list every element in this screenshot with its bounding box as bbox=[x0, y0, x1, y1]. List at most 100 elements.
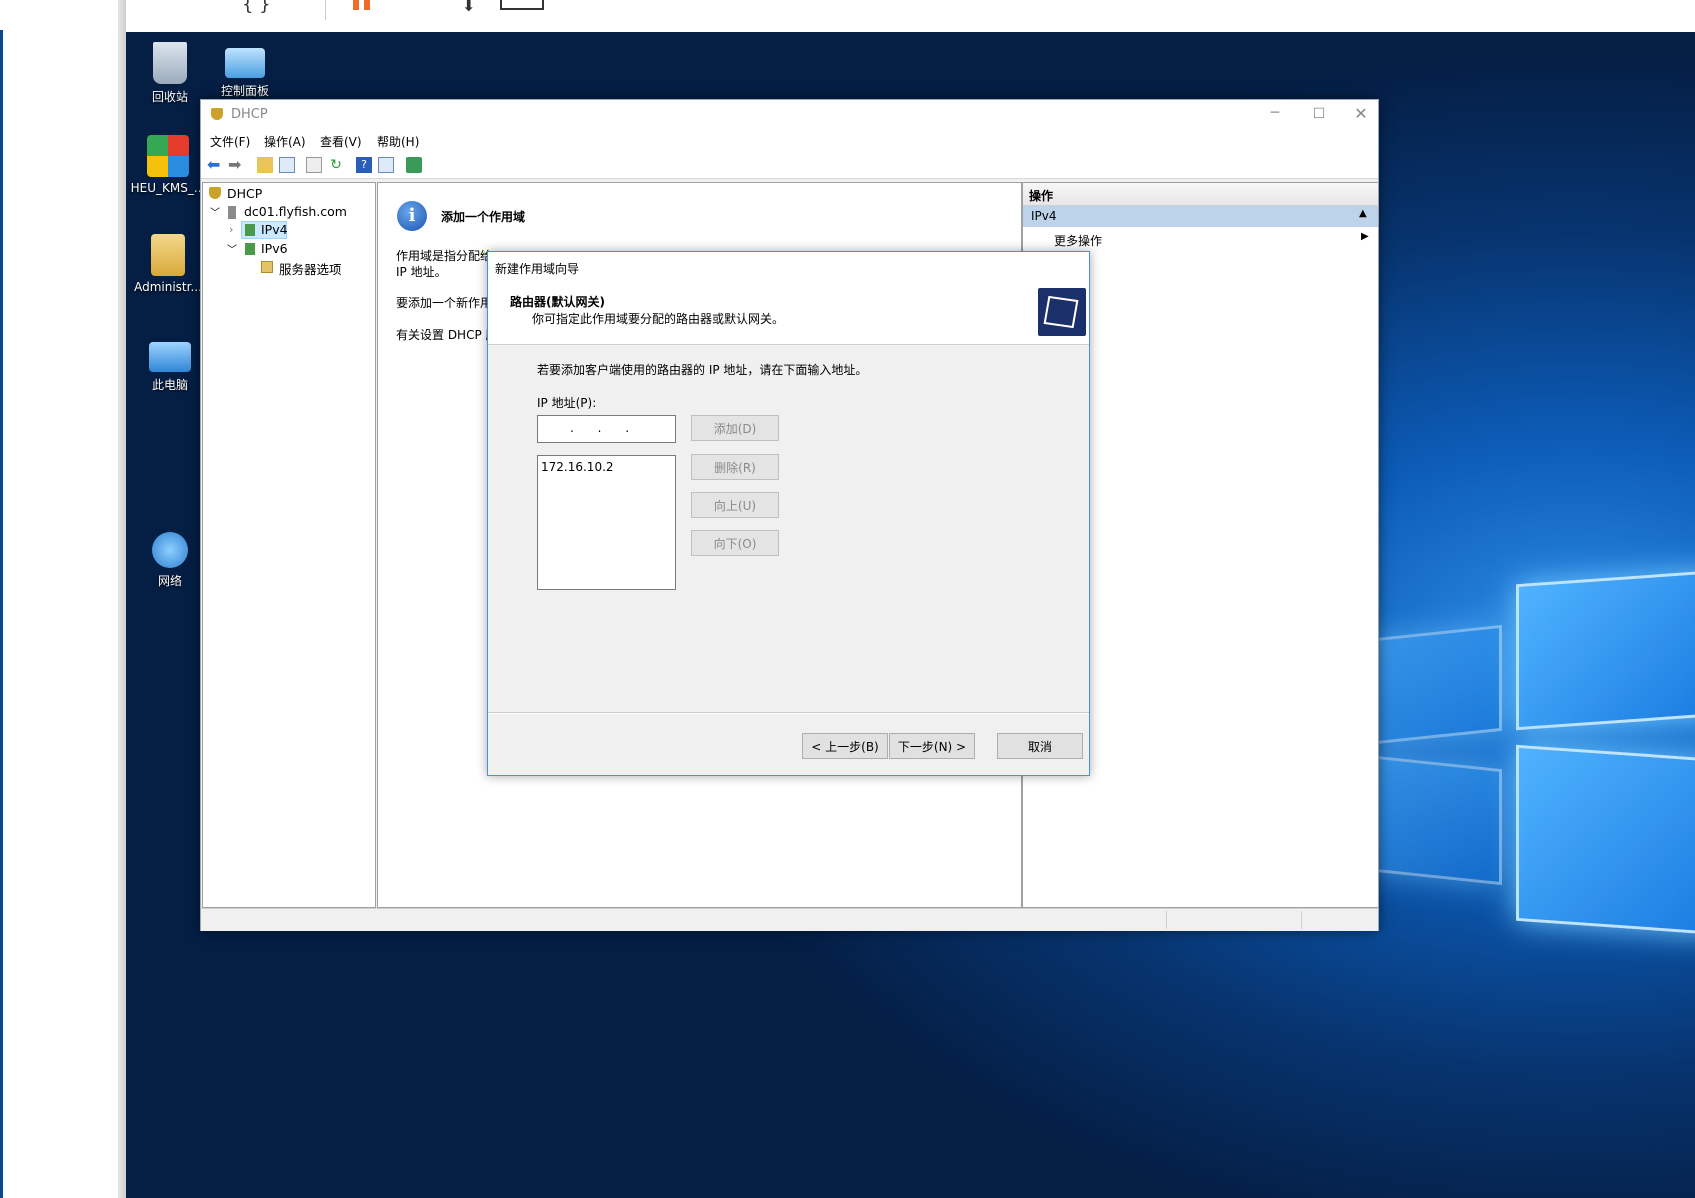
desktop-icon-label: HEU_KMS_... bbox=[130, 181, 206, 195]
screenshot-icon[interactable] bbox=[500, 0, 544, 10]
wizard-folder-icon bbox=[1038, 288, 1086, 336]
actions-section-ipv4[interactable]: IPv4 ▲ bbox=[1023, 206, 1378, 227]
download-icon[interactable]: ⬇ bbox=[462, 0, 475, 15]
wizard-instruction: 若要添加客户端使用的路由器的 IP 地址，请在下面输入地址。 bbox=[537, 363, 868, 377]
add-button[interactable]: 添加(D) bbox=[691, 415, 779, 441]
menu-file[interactable]: 文件(F) bbox=[210, 133, 250, 150]
dhcp-trophy-icon bbox=[211, 108, 223, 120]
wallpaper-pane bbox=[1516, 569, 1695, 731]
status-divider bbox=[1301, 911, 1302, 929]
refresh-icon[interactable]: ↻ bbox=[328, 157, 344, 173]
info-icon: i bbox=[397, 201, 427, 231]
desktop-icon-label: Administr... bbox=[134, 280, 202, 294]
status-bar bbox=[201, 908, 1378, 931]
actions-more-label: 更多操作 bbox=[1054, 234, 1103, 248]
tree-item-ipv6[interactable]: IPv6 bbox=[261, 241, 288, 256]
center-paragraph: 有关设置 DHCP 服 bbox=[396, 328, 498, 342]
new-scope-wizard: 新建作用域向导 路由器(默认网关) 你可指定此作用域要分配的路由器或默认网关。 … bbox=[487, 251, 1090, 776]
collapse-triangle-icon[interactable]: ▲ bbox=[1359, 208, 1367, 219]
window-title: DHCP bbox=[231, 107, 268, 122]
chevron-down-icon[interactable]: ﹀ bbox=[210, 204, 220, 219]
properties-icon[interactable] bbox=[306, 157, 322, 173]
server-icon bbox=[228, 206, 236, 219]
router-list[interactable]: 172.16.10.2 bbox=[537, 455, 676, 590]
move-up-button[interactable]: 向上(U) bbox=[691, 492, 779, 518]
pause-icon[interactable] bbox=[353, 0, 359, 10]
ipv6-icon bbox=[245, 243, 255, 255]
cancel-button[interactable]: 取消 bbox=[997, 733, 1083, 759]
host-toolbar: { } ⬇ bbox=[126, 0, 1695, 32]
computer-icon bbox=[149, 342, 191, 372]
chevron-down-icon[interactable]: ﹀ bbox=[227, 241, 237, 256]
desktop-icon-control-panel[interactable]: 控制面板 bbox=[206, 42, 284, 99]
tree-item-server-options[interactable]: 服务器选项 bbox=[279, 259, 342, 278]
wizard-heading: 路由器(默认网关) bbox=[510, 295, 605, 309]
control-panel-icon bbox=[225, 48, 265, 78]
move-down-button[interactable]: 向下(O) bbox=[691, 530, 779, 556]
chevron-right-icon[interactable]: › bbox=[229, 223, 233, 236]
submenu-arrow-icon: ▶ bbox=[1361, 231, 1369, 242]
ip-address-dots: . . . bbox=[570, 421, 640, 435]
menu-view[interactable]: 查看(V) bbox=[320, 133, 362, 150]
center-paragraph-line: IP 地址。 bbox=[396, 265, 447, 279]
wizard-title: 新建作用域向导 bbox=[495, 262, 580, 276]
separator bbox=[325, 0, 326, 20]
menu-action[interactable]: 操作(A) bbox=[264, 133, 306, 150]
tree-item-server[interactable]: dc01.flyfish.com bbox=[244, 204, 347, 219]
next-button[interactable]: 下一步(N) > bbox=[889, 733, 975, 759]
center-paragraph: 要添加一个新作用 bbox=[396, 296, 493, 310]
close-button[interactable]: ✕ bbox=[1343, 102, 1379, 128]
ip-address-input[interactable]: . . . bbox=[537, 415, 676, 443]
network-icon bbox=[152, 532, 188, 568]
pause-icon-bar2 bbox=[364, 0, 370, 10]
desktop-icon-label: 回收站 bbox=[151, 90, 188, 104]
tree-item-dhcp[interactable]: DHCP bbox=[227, 186, 262, 201]
folder-pages-icon bbox=[1043, 295, 1079, 329]
host-left-edge bbox=[0, 30, 3, 1198]
actions-header-label: 操作 bbox=[1029, 189, 1054, 203]
back-button[interactable]: < 上一步(B) bbox=[802, 733, 888, 759]
desktop-icon-label: 此电脑 bbox=[151, 378, 188, 392]
dhcp-trophy-icon bbox=[209, 187, 221, 199]
monitor-icon[interactable] bbox=[406, 157, 422, 173]
host-divider bbox=[118, 0, 126, 1198]
wizard-subheading: 你可指定此作用域要分配的路由器或默认网关。 bbox=[532, 312, 785, 326]
user-folder-icon bbox=[151, 234, 185, 276]
wallpaper-pane bbox=[1366, 624, 1502, 746]
wallpaper-pane bbox=[1366, 754, 1502, 886]
desktop-icon-recycle[interactable]: 回收站 bbox=[131, 42, 209, 105]
forward-arrow-icon[interactable]: ➡ bbox=[228, 157, 244, 173]
actions-more[interactable]: 更多操作 ▶ bbox=[1023, 229, 1378, 249]
desktop-icon-label: 网络 bbox=[157, 574, 182, 588]
console-tree: DHCP ﹀ dc01.flyfish.com › IPv4 ﹀ IPv6 服务… bbox=[202, 182, 376, 908]
braces-icon[interactable]: { } bbox=[242, 0, 271, 15]
ip-label: IP 地址(P): bbox=[537, 396, 597, 410]
menu-bar: 文件(F) 操作(A) 查看(V) 帮助(H) bbox=[201, 130, 1378, 152]
status-divider bbox=[1166, 911, 1167, 929]
maximize-button[interactable]: ☐ bbox=[1301, 102, 1337, 128]
toolbar: ⬅ ➡ ↻ ? bbox=[201, 152, 1378, 179]
remove-button[interactable]: 删除(R) bbox=[691, 454, 779, 480]
desktop-icon-network[interactable]: 网络 bbox=[131, 532, 209, 589]
recycle-bin-icon bbox=[153, 42, 187, 84]
show-hide-tree-icon[interactable] bbox=[279, 157, 295, 173]
desktop-icon-pc[interactable]: 此电脑 bbox=[131, 334, 209, 393]
ipv4-icon bbox=[245, 224, 255, 236]
wallpaper-pane bbox=[1516, 744, 1695, 936]
minimize-button[interactable]: ─ bbox=[1257, 102, 1293, 128]
menu-help[interactable]: 帮助(H) bbox=[377, 133, 419, 150]
title-bar[interactable]: DHCP ─ ☐ ✕ bbox=[201, 100, 1378, 130]
tree-item-ipv4-label: IPv4 bbox=[261, 222, 288, 237]
wizard-header: 新建作用域向导 路由器(默认网关) 你可指定此作用域要分配的路由器或默认网关。 bbox=[488, 252, 1089, 345]
action-pane-icon[interactable] bbox=[378, 157, 394, 173]
back-arrow-icon[interactable]: ⬅ bbox=[207, 157, 223, 173]
actions-section-label: IPv4 bbox=[1031, 209, 1057, 223]
actions-header: 操作 bbox=[1023, 183, 1378, 206]
heu-kms-icon bbox=[147, 135, 189, 177]
host-left-panel bbox=[0, 0, 126, 1198]
router-list-item[interactable]: 172.16.10.2 bbox=[541, 460, 614, 474]
up-folder-icon[interactable] bbox=[257, 157, 273, 173]
help-icon[interactable]: ? bbox=[356, 157, 372, 173]
center-paragraph-line: 作用域是指分配给 bbox=[396, 249, 493, 263]
wizard-footer-divider bbox=[488, 712, 1089, 714]
